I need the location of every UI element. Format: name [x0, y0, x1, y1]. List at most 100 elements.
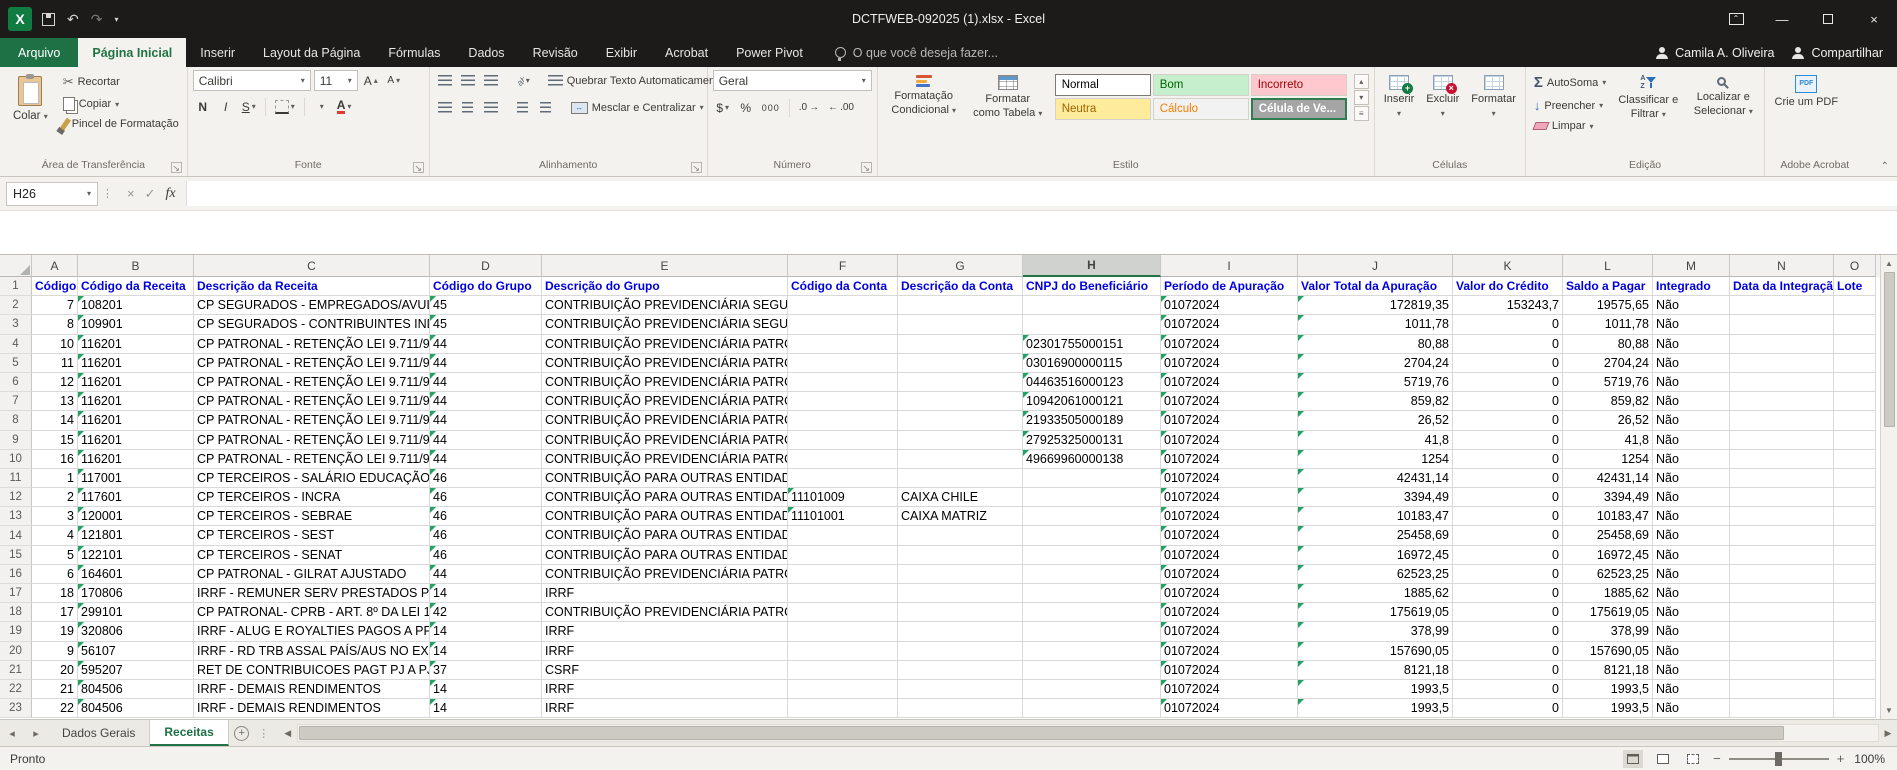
- column-header-M[interactable]: M: [1653, 255, 1730, 277]
- cell-D13[interactable]: 46: [430, 507, 542, 526]
- cell-E13[interactable]: CONTRIBUIÇÃO PARA OUTRAS ENTIDAD: [542, 507, 788, 526]
- cell-F6[interactable]: [788, 373, 898, 392]
- cell-N2[interactable]: [1730, 296, 1834, 315]
- row-header-19[interactable]: 19: [0, 622, 32, 641]
- cell-E4[interactable]: CONTRIBUIÇÃO PREVIDENCIÁRIA PATRO: [542, 335, 788, 354]
- cell-I15[interactable]: 01072024: [1161, 546, 1298, 565]
- name-box[interactable]: H26▾: [6, 182, 98, 206]
- column-header-F[interactable]: F: [788, 255, 898, 277]
- cell-E11[interactable]: CONTRIBUIÇÃO PARA OUTRAS ENTIDAD: [542, 469, 788, 488]
- cell-L10[interactable]: 1254: [1563, 450, 1653, 469]
- cell-C17[interactable]: IRRF - REMUNER SERV PRESTADOS POI: [194, 584, 430, 603]
- cell-M13[interactable]: Não: [1653, 507, 1730, 526]
- ribbon-tab-exibir[interactable]: Exibir: [592, 38, 651, 67]
- cell-N6[interactable]: [1730, 373, 1834, 392]
- cell-D15[interactable]: 46: [430, 546, 542, 565]
- cell-B14[interactable]: 121801: [78, 526, 194, 545]
- cell-J19[interactable]: 378,99: [1298, 622, 1453, 641]
- cell-H15[interactable]: [1023, 546, 1161, 565]
- collapse-ribbon-icon[interactable]: ⌃: [1881, 161, 1889, 172]
- cell-O15[interactable]: [1834, 546, 1876, 565]
- cell-H7[interactable]: 10942061000121: [1023, 392, 1161, 411]
- cell-B6[interactable]: 116201: [78, 373, 194, 392]
- cell-D5[interactable]: 44: [430, 354, 542, 373]
- cell-H12[interactable]: [1023, 488, 1161, 507]
- cell-K15[interactable]: 0: [1453, 546, 1563, 565]
- cell-D12[interactable]: 46: [430, 488, 542, 507]
- cell-K19[interactable]: 0: [1453, 622, 1563, 641]
- column-header-B[interactable]: B: [78, 255, 194, 277]
- cell-B15[interactable]: 122101: [78, 546, 194, 565]
- minimize-button[interactable]: —: [1759, 0, 1805, 38]
- cell-G20[interactable]: [898, 642, 1023, 661]
- cell-E15[interactable]: CONTRIBUIÇÃO PARA OUTRAS ENTIDAD: [542, 546, 788, 565]
- cell-F10[interactable]: [788, 450, 898, 469]
- ribbon-tab-fórmulas[interactable]: Fórmulas: [374, 38, 454, 67]
- cell-G2[interactable]: [898, 296, 1023, 315]
- tell-me-search[interactable]: O que você deseja fazer...: [835, 38, 998, 67]
- cell-J22[interactable]: 1993,5: [1298, 680, 1453, 699]
- cell-G23[interactable]: [898, 699, 1023, 718]
- cell-D23[interactable]: 14: [430, 699, 542, 718]
- cell-M3[interactable]: Não: [1653, 315, 1730, 334]
- cell-F7[interactable]: [788, 392, 898, 411]
- cell-H19[interactable]: [1023, 622, 1161, 641]
- cell-B23[interactable]: 804506: [78, 699, 194, 718]
- cell-J21[interactable]: 8121,18: [1298, 661, 1453, 680]
- cell-C10[interactable]: CP PATRONAL - RETENÇÃO LEI 9.711/9: [194, 450, 430, 469]
- cell-K13[interactable]: 0: [1453, 507, 1563, 526]
- cell-M12[interactable]: Não: [1653, 488, 1730, 507]
- column-header-A[interactable]: A: [32, 255, 78, 277]
- cell-L7[interactable]: 859,82: [1563, 392, 1653, 411]
- column-header-I[interactable]: I: [1161, 255, 1298, 277]
- row-header-5[interactable]: 5: [0, 354, 32, 373]
- cell-L9[interactable]: 41,8: [1563, 431, 1653, 450]
- cell-B10[interactable]: 116201: [78, 450, 194, 469]
- cell-O21[interactable]: [1834, 661, 1876, 680]
- cell-G15[interactable]: [898, 546, 1023, 565]
- cell-A2[interactable]: 7: [32, 296, 78, 315]
- cell-K8[interactable]: 0: [1453, 411, 1563, 430]
- vertical-scroll-thumb[interactable]: [1884, 272, 1895, 427]
- tab-split-handle[interactable]: ⋮: [255, 720, 273, 746]
- insert-function-icon[interactable]: fx: [166, 186, 176, 202]
- cell-F17[interactable]: [788, 584, 898, 603]
- number-format-combo[interactable]: Geral▾: [713, 70, 872, 91]
- cell-A13[interactable]: 3: [32, 507, 78, 526]
- cell-E9[interactable]: CONTRIBUIÇÃO PREVIDENCIÁRIA PATRO: [542, 431, 788, 450]
- sheet-nav-left-icon[interactable]: ◂: [0, 720, 24, 746]
- zoom-in-icon[interactable]: +: [1837, 751, 1845, 766]
- cell-D7[interactable]: 44: [430, 392, 542, 411]
- cell-O16[interactable]: [1834, 565, 1876, 584]
- cell-style-option[interactable]: Cálculo: [1153, 98, 1249, 120]
- cell-L21[interactable]: 8121,18: [1563, 661, 1653, 680]
- cell-M7[interactable]: Não: [1653, 392, 1730, 411]
- row-header-7[interactable]: 7: [0, 392, 32, 411]
- cell-K20[interactable]: 0: [1453, 642, 1563, 661]
- cell-A23[interactable]: 22: [32, 699, 78, 718]
- cell-B7[interactable]: 116201: [78, 392, 194, 411]
- cell-O14[interactable]: [1834, 526, 1876, 545]
- cell-J5[interactable]: 2704,24: [1298, 354, 1453, 373]
- cell-D1[interactable]: Código do Grupo: [430, 277, 542, 296]
- increase-indent-icon[interactable]: [536, 97, 556, 118]
- column-header-C[interactable]: C: [194, 255, 430, 277]
- cell-J14[interactable]: 25458,69: [1298, 526, 1453, 545]
- new-sheet-button[interactable]: +: [229, 720, 255, 746]
- cell-M2[interactable]: Não: [1653, 296, 1730, 315]
- scroll-left-icon[interactable]: ◀: [279, 720, 297, 746]
- column-header-H[interactable]: H: [1023, 255, 1161, 277]
- cell-G21[interactable]: [898, 661, 1023, 680]
- account-user[interactable]: Camila A. Oliveira: [1656, 46, 1774, 60]
- cell-K21[interactable]: 0: [1453, 661, 1563, 680]
- cell-A5[interactable]: 11: [32, 354, 78, 373]
- cell-A20[interactable]: 9: [32, 642, 78, 661]
- row-header-2[interactable]: 2: [0, 296, 32, 315]
- format-cells-button[interactable]: Formatar▾: [1467, 70, 1520, 123]
- cell-F4[interactable]: [788, 335, 898, 354]
- cell-I12[interactable]: 01072024: [1161, 488, 1298, 507]
- cell-F3[interactable]: [788, 315, 898, 334]
- cell-K11[interactable]: 0: [1453, 469, 1563, 488]
- cell-I14[interactable]: 01072024: [1161, 526, 1298, 545]
- cell-N15[interactable]: [1730, 546, 1834, 565]
